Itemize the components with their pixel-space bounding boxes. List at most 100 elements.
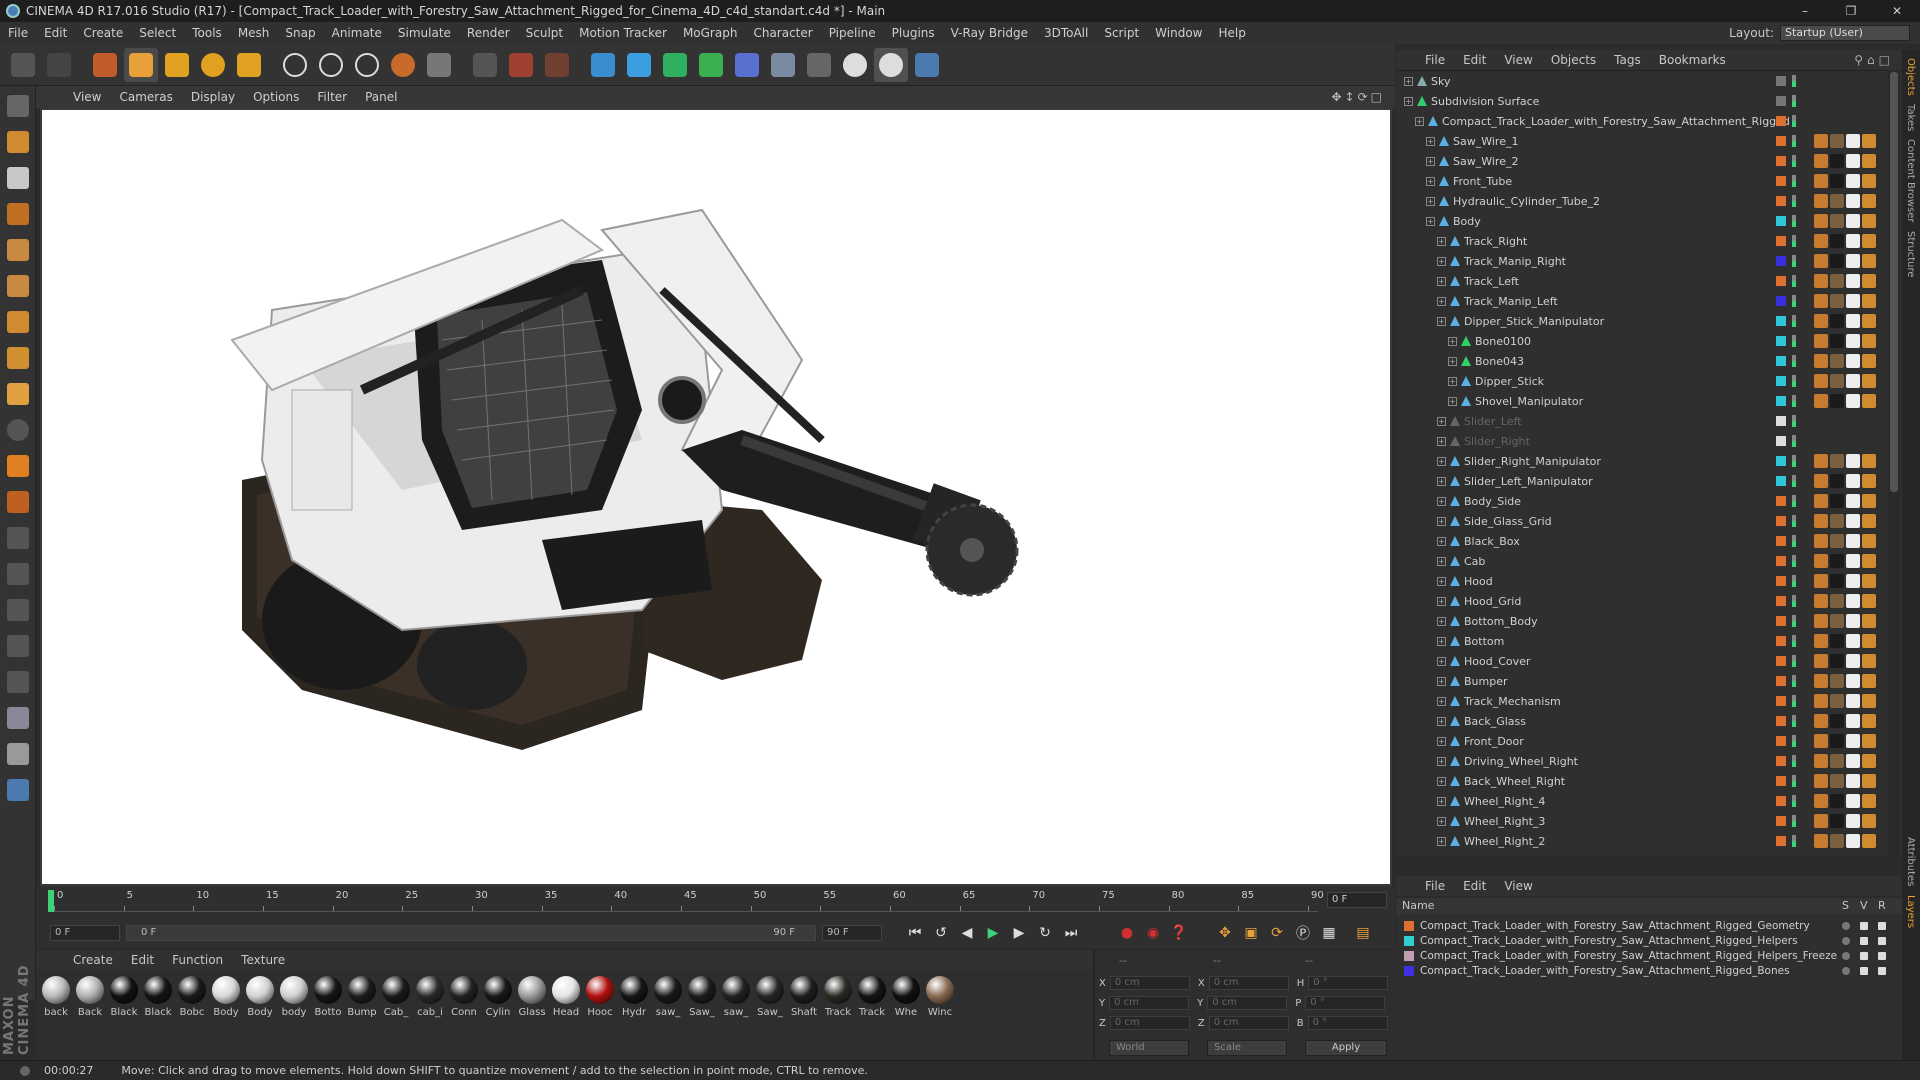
world-dropdown[interactable]: World (1109, 1040, 1189, 1056)
position-z-field[interactable]: 0 cm (1109, 1016, 1190, 1030)
recent-tool-button[interactable] (232, 48, 266, 82)
visibility-dots-icon[interactable] (1792, 135, 1796, 147)
floor-button[interactable] (766, 48, 800, 82)
material-tag-icon[interactable] (1814, 254, 1828, 268)
tab-layers[interactable]: Layers (1905, 895, 1916, 928)
object-row[interactable]: + Saw_Wire_1 (1396, 131, 1886, 151)
layer-solo-toggle-icon[interactable] (1842, 936, 1850, 945)
visibility-dots-icon[interactable] (1792, 335, 1796, 347)
expand-toggle-icon[interactable]: + (1437, 236, 1446, 246)
material-tag-icon[interactable] (1862, 574, 1876, 588)
model-mode-button[interactable] (2, 126, 34, 158)
material-tag-icon[interactable] (1830, 594, 1844, 608)
material-tag-icon[interactable] (1846, 594, 1860, 608)
material-tag-icon[interactable] (1862, 454, 1876, 468)
material-tag-icon[interactable] (1814, 714, 1828, 728)
layer-menu-file[interactable]: File (1416, 879, 1454, 893)
record-button[interactable]: ● (1114, 920, 1140, 946)
material-tag-icon[interactable] (1814, 454, 1828, 468)
expand-toggle-icon[interactable]: + (1448, 336, 1457, 346)
material-tag-icon[interactable] (1830, 534, 1844, 548)
menu-vray-bridge[interactable]: V-Ray Bridge (943, 26, 1036, 40)
material-tag-icon[interactable] (1862, 554, 1876, 568)
object-row[interactable]: + Wheel_Right_4 (1396, 791, 1886, 811)
material-swatch[interactable]: Cylin (482, 970, 514, 1060)
grid-button[interactable] (2, 702, 34, 734)
minimize-button[interactable]: – (1782, 0, 1828, 22)
material-tag-icon[interactable] (1846, 734, 1860, 748)
layer-color-swatch[interactable] (1776, 96, 1786, 106)
material-tag-icon[interactable] (1814, 534, 1828, 548)
z-axis-button[interactable] (350, 48, 384, 82)
material-tag-icon[interactable] (1846, 214, 1860, 228)
layer-row[interactable]: Compact_Track_Loader_with_Forestry_Saw_A… (1396, 948, 1886, 963)
visibility-dots-icon[interactable] (1792, 695, 1796, 707)
material-menu-edit[interactable]: Edit (122, 953, 163, 967)
expand-toggle-icon[interactable]: + (1437, 456, 1446, 466)
material-tag-icon[interactable] (1814, 734, 1828, 748)
deformer-button[interactable] (730, 48, 764, 82)
layer-color-swatch[interactable] (1776, 376, 1786, 386)
frame-ruler[interactable]: 0 5 10 15 20 25 30 35 40 45 50 55 60 65 70 75 80 85 90 (48, 890, 1324, 912)
object-row[interactable]: + Track_Manip_Right (1396, 251, 1886, 271)
current-frame-field[interactable]: 0 F (1327, 892, 1387, 908)
render-view-button[interactable] (468, 48, 502, 82)
layer-color-swatch[interactable] (1776, 476, 1786, 486)
visibility-dots-icon[interactable] (1792, 315, 1796, 327)
expand-toggle-icon[interactable]: + (1448, 356, 1457, 366)
expand-toggle-icon[interactable]: + (1437, 576, 1446, 586)
viewport-menu-view[interactable]: View (64, 90, 110, 104)
expand-toggle-icon[interactable]: + (1437, 556, 1446, 566)
material-tag-icon[interactable] (1862, 774, 1876, 788)
layer-view-toggle-icon[interactable] (1860, 921, 1868, 930)
material-tag-icon[interactable] (1830, 274, 1844, 288)
visibility-dots-icon[interactable] (1792, 715, 1796, 727)
key-pla-button[interactable]: ▦ (1316, 920, 1342, 946)
material-swatch[interactable]: Bump (346, 970, 378, 1060)
material-tag-icon[interactable] (1830, 354, 1844, 368)
visibility-dots-icon[interactable] (1792, 375, 1796, 387)
visibility-dots-icon[interactable] (1792, 475, 1796, 487)
material-tag-icon[interactable] (1814, 814, 1828, 828)
expand-toggle-icon[interactable]: + (1437, 696, 1446, 706)
material-tag-icon[interactable] (1814, 174, 1828, 188)
material-tag-icon[interactable] (1814, 214, 1828, 228)
subdivision-button[interactable] (658, 48, 692, 82)
render-picture-viewer-button[interactable] (504, 48, 538, 82)
expand-toggle-icon[interactable]: + (1426, 216, 1435, 226)
layer-menu-view[interactable]: View (1495, 879, 1541, 893)
object-row[interactable]: + Bottom_Body (1396, 611, 1886, 631)
visibility-dots-icon[interactable] (1792, 635, 1796, 647)
layer-color-swatch[interactable] (1776, 556, 1786, 566)
restore-button[interactable]: ❐ (1828, 0, 1874, 22)
python-button[interactable] (910, 48, 944, 82)
material-swatch[interactable]: Hydr (618, 970, 650, 1060)
rotate-tool-button[interactable] (196, 48, 230, 82)
layer-color-swatch[interactable] (1776, 676, 1786, 686)
object-row[interactable]: + Saw_Wire_2 (1396, 151, 1886, 171)
goto-start-button[interactable]: ⏮ (902, 920, 928, 946)
material-tag-icon[interactable] (1830, 174, 1844, 188)
material-tag-icon[interactable] (1830, 554, 1844, 568)
layer-color-swatch[interactable] (1776, 316, 1786, 326)
menu-help[interactable]: Help (1210, 26, 1253, 40)
layer-color-swatch[interactable] (1776, 656, 1786, 666)
material-swatch[interactable]: Conn (448, 970, 480, 1060)
object-row[interactable]: + Hood_Cover (1396, 651, 1886, 671)
visibility-dots-icon[interactable] (1792, 75, 1796, 87)
object-row[interactable]: + Sky (1396, 71, 1886, 91)
key-scale-button[interactable]: ▣ (1238, 920, 1264, 946)
material-tag-icon[interactable] (1830, 814, 1844, 828)
material-tag-icon[interactable] (1846, 234, 1860, 248)
layer-color-swatch[interactable] (1776, 636, 1786, 646)
viewport-nav-icons[interactable]: ✥↕⟳□ (1331, 90, 1385, 104)
menu-character[interactable]: Character (745, 26, 820, 40)
expand-toggle-icon[interactable]: + (1437, 416, 1446, 426)
material-tag-icon[interactable] (1830, 654, 1844, 668)
material-tag-icon[interactable] (1814, 394, 1828, 408)
object-row[interactable]: + Bottom (1396, 631, 1886, 651)
layer-row[interactable]: Compact_Track_Loader_with_Forestry_Saw_A… (1396, 933, 1886, 948)
visibility-dots-icon[interactable] (1792, 615, 1796, 627)
edges-mode-button[interactable] (2, 270, 34, 302)
material-tag-icon[interactable] (1846, 354, 1860, 368)
